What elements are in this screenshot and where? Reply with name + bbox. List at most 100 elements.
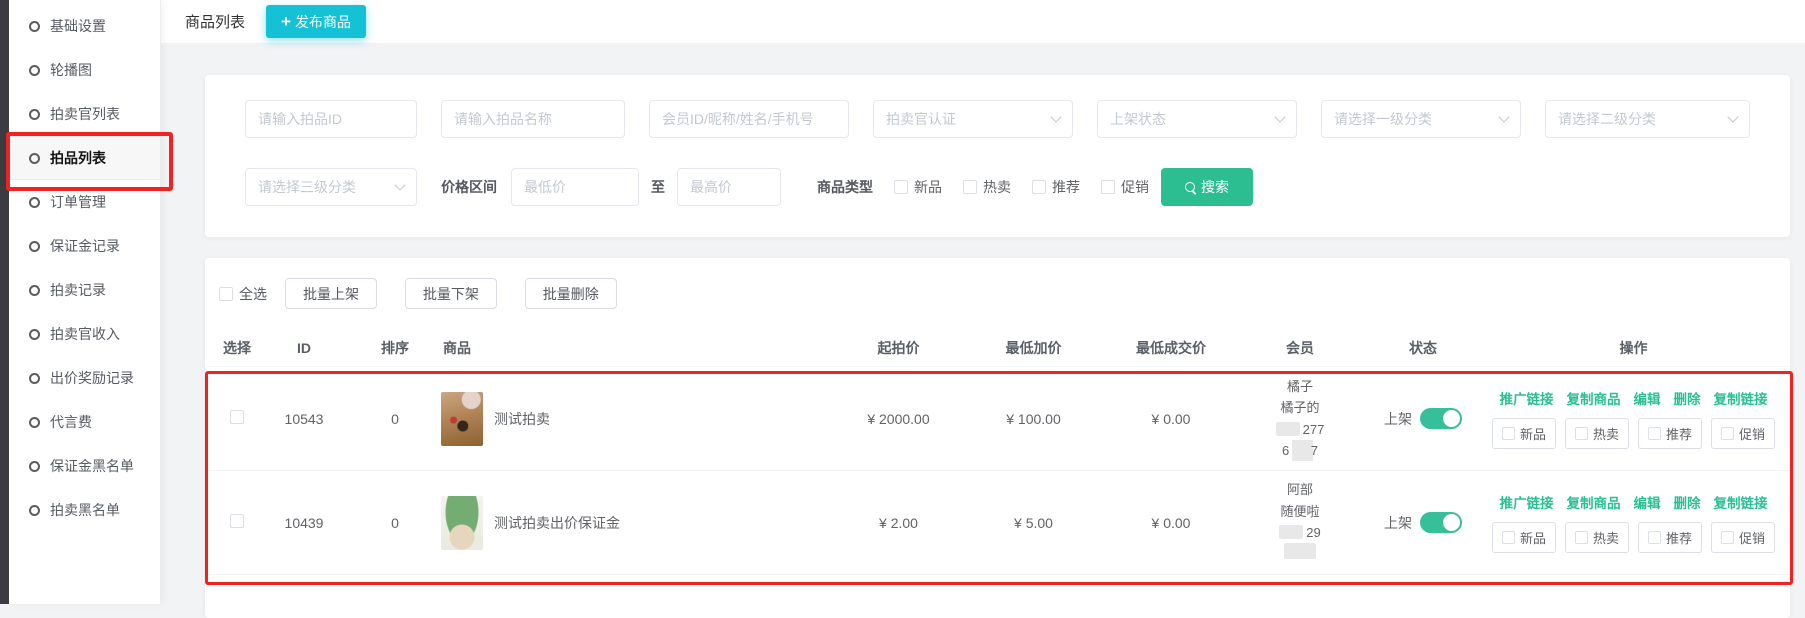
column-header: 商品: [441, 338, 831, 358]
category1-select[interactable]: 请选择一级分类: [1321, 100, 1521, 138]
select-placeholder: 请选择一级分类: [1334, 109, 1432, 129]
tag-label: 推荐: [1666, 528, 1692, 547]
tag-checkbox-chip[interactable]: 新品: [1492, 522, 1556, 553]
action-link[interactable]: 删除: [1674, 388, 1701, 408]
action-link[interactable]: 编辑: [1634, 388, 1661, 408]
radio-circle-icon: [29, 241, 40, 252]
checkbox-icon: [1502, 531, 1515, 544]
product-type-checkbox[interactable]: 促销: [1101, 177, 1149, 197]
shelf-status-toggle[interactable]: [1420, 408, 1462, 429]
action-link[interactable]: 复制链接: [1714, 388, 1768, 408]
category3-select[interactable]: 请选择三级分类: [245, 168, 417, 206]
tag-checkbox-chip[interactable]: 促销: [1711, 418, 1775, 449]
tag-checkbox-chip[interactable]: 热卖: [1565, 522, 1629, 553]
publish-product-button[interactable]: + 发布商品: [266, 5, 366, 38]
product-type-checkbox[interactable]: 热卖: [963, 177, 1011, 197]
member-cell: 橘子 橘子的 277 6 7: [1241, 376, 1359, 462]
sidebar-item[interactable]: 出价奖励记录: [9, 356, 160, 400]
sidebar-item[interactable]: 拍卖黑名单: [9, 488, 160, 532]
checkbox-icon: [1502, 427, 1515, 440]
checkbox-icon: [1032, 180, 1046, 194]
filter-row-1: 拍卖官认证 上架状态 请选择一级分类 请选择二级分类: [245, 100, 1750, 138]
action-link[interactable]: 推广链接: [1500, 492, 1554, 512]
sidebar-item[interactable]: 拍卖官列表: [9, 92, 160, 136]
product-type-checkbox[interactable]: 新品: [894, 177, 942, 197]
sidebar-item[interactable]: 保证金黑名单: [9, 444, 160, 488]
batch-action-button[interactable]: 批量删除: [525, 278, 617, 309]
product-image: [441, 392, 483, 446]
max-price-input[interactable]: [677, 168, 781, 206]
item-name-input[interactable]: [441, 100, 625, 138]
column-header: 选择: [215, 338, 259, 358]
shelf-status-toggle[interactable]: [1420, 512, 1462, 533]
row-checkbox[interactable]: [230, 514, 244, 528]
tag-label: 新品: [1520, 424, 1546, 443]
member-search-input[interactable]: [649, 100, 849, 138]
column-header: 状态: [1359, 338, 1487, 358]
tab-product-list[interactable]: 商品列表: [185, 11, 245, 32]
chevron-down-icon: [394, 179, 405, 190]
product-type-option-label: 新品: [914, 177, 942, 197]
product-table-panel: 全选 批量上架 批量下架 批量删除 选择 ID 排序 商品 起拍价 最低加价 最…: [205, 258, 1790, 618]
tag-checkbox-chip[interactable]: 推荐: [1638, 522, 1702, 553]
product-name: 测试拍卖出价保证金: [494, 513, 620, 533]
product-type-checkbox[interactable]: 推荐: [1032, 177, 1080, 197]
checkbox-icon: [219, 287, 233, 301]
row-tag-chips: 新品 热卖 推荐: [1492, 418, 1775, 449]
checkbox-icon: [1721, 531, 1734, 544]
radio-circle-icon: [29, 285, 40, 296]
item-id-input[interactable]: [245, 100, 417, 138]
table-row: 10543 0 测试拍卖 ¥ 2000.00 ¥ 100.00 ¥ 0.00 橘…: [205, 367, 1790, 471]
tag-checkbox-chip[interactable]: 热卖: [1565, 418, 1629, 449]
filter-panel: 拍卖官认证 上架状态 请选择一级分类 请选择二级分类 请选择三级分类 价格区间 …: [205, 75, 1790, 237]
product-type-option-label: 推荐: [1052, 177, 1080, 197]
batch-action-button[interactable]: 批量下架: [405, 278, 497, 309]
sidebar-item-label: 代言费: [50, 412, 92, 432]
product-type-options: 新品 热卖 推荐 促销: [873, 177, 1149, 197]
radio-circle-icon: [29, 329, 40, 340]
batch-action-button[interactable]: 批量上架: [285, 278, 377, 309]
shelf-status-select[interactable]: 上架状态: [1097, 100, 1297, 138]
sidebar-item[interactable]: 保证金记录: [9, 224, 160, 268]
sidebar-item-label: 出价奖励记录: [50, 368, 134, 388]
tag-checkbox-chip[interactable]: 新品: [1492, 418, 1556, 449]
min-price-input[interactable]: [511, 168, 639, 206]
action-link[interactable]: 复制商品: [1567, 388, 1621, 408]
sidebar-item-label: 订单管理: [50, 192, 106, 212]
sidebar-item[interactable]: 拍品列表: [9, 136, 160, 180]
table-header: 选择 ID 排序 商品 起拍价 最低加价 最低成交价 会员 状态 操作: [205, 329, 1790, 367]
row-checkbox[interactable]: [230, 410, 244, 424]
column-header: 操作: [1487, 338, 1780, 358]
select-all-checkbox[interactable]: 全选: [219, 284, 267, 304]
search-button-label: 搜索: [1201, 177, 1229, 197]
sidebar-item-label: 保证金记录: [50, 236, 120, 256]
sidebar-item[interactable]: 基础设置: [9, 4, 160, 48]
tag-label: 促销: [1739, 424, 1765, 443]
action-link[interactable]: 推广链接: [1500, 388, 1554, 408]
tag-label: 新品: [1520, 528, 1546, 547]
checkbox-icon: [1101, 180, 1115, 194]
sidebar-item[interactable]: 代言费: [9, 400, 160, 444]
category2-select[interactable]: 请选择二级分类: [1545, 100, 1750, 138]
row-action-links: 推广链接 复制商品 编辑 删除 复制链接: [1500, 388, 1768, 408]
radio-circle-icon: [29, 461, 40, 472]
action-link[interactable]: 编辑: [1634, 492, 1661, 512]
search-button[interactable]: 搜索: [1161, 168, 1253, 206]
sidebar-item[interactable]: 拍卖官收入: [9, 312, 160, 356]
filter-row-2: 请选择三级分类 价格区间 至 商品类型 新品 热卖 推: [245, 168, 1750, 206]
sidebar-item[interactable]: 轮播图: [9, 48, 160, 92]
radio-circle-icon: [29, 373, 40, 384]
column-header: ID: [259, 340, 349, 356]
tag-checkbox-chip[interactable]: 促销: [1711, 522, 1775, 553]
member-name-line: 6 7: [1282, 440, 1318, 461]
member-name-line: 29: [1279, 522, 1320, 543]
action-link[interactable]: 删除: [1674, 492, 1701, 512]
action-link[interactable]: 复制商品: [1567, 492, 1621, 512]
sidebar-item[interactable]: 拍卖记录: [9, 268, 160, 312]
select-placeholder: 拍卖官认证: [886, 109, 956, 129]
action-link[interactable]: 复制链接: [1714, 492, 1768, 512]
sidebar-item[interactable]: 订单管理: [9, 180, 160, 224]
checkbox-icon: [963, 180, 977, 194]
auctioneer-cert-select[interactable]: 拍卖官认证: [873, 100, 1073, 138]
tag-checkbox-chip[interactable]: 推荐: [1638, 418, 1702, 449]
